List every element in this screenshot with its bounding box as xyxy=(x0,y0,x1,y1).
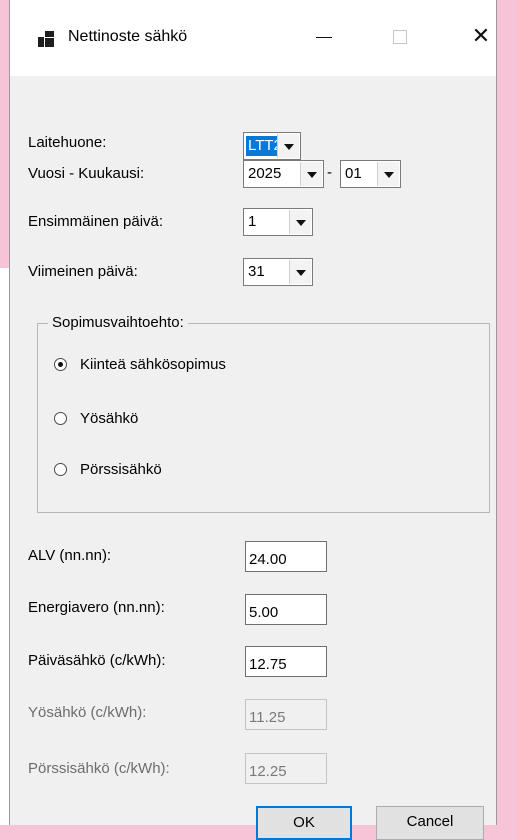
alv-input[interactable] xyxy=(245,541,327,572)
viimeinen-paiva-combobox[interactable]: 31 xyxy=(243,258,313,286)
ensimmainen-paiva-combobox[interactable]: 1 xyxy=(243,208,313,236)
app-icon xyxy=(38,31,54,47)
maximize-icon xyxy=(393,30,407,45)
window-title: Nettinoste sähkö xyxy=(68,28,188,45)
maximize-button[interactable] xyxy=(372,16,428,56)
radio-label-kiintea: Kiinteä sähkösopimus xyxy=(80,356,226,373)
radio-unselected-icon[interactable] xyxy=(54,463,67,476)
chevron-down-icon[interactable] xyxy=(277,134,299,158)
ok-button[interactable]: OK xyxy=(256,806,352,840)
vuosi-kuukausi-label: Vuosi - Kuukausi: xyxy=(28,165,145,182)
dialog-window: Nettinoste sähkö ✕ Laitehuone: LTT2 Vuos… xyxy=(9,0,497,840)
ensimmainen-paiva-value: 1 xyxy=(248,213,257,230)
cancel-button[interactable]: Cancel xyxy=(376,806,484,840)
kuukausi-value: 01 xyxy=(345,165,362,182)
ensimmainen-paiva-label: Ensimmäinen päivä: xyxy=(28,213,164,230)
paivasahko-label: Päiväsähkö (c/kWh): xyxy=(28,652,166,669)
yosahko-input xyxy=(245,699,327,730)
viimeinen-paiva-label: Viimeinen päivä: xyxy=(28,263,138,280)
porssisahko-input xyxy=(245,753,327,784)
vuosi-value: 2025 xyxy=(248,165,282,182)
chevron-down-icon[interactable] xyxy=(289,260,311,284)
radio-unselected-icon[interactable] xyxy=(54,412,67,425)
kuukausi-combobox[interactable]: 01 xyxy=(340,160,401,188)
desktop-background xyxy=(497,0,517,825)
title-bar[interactable]: Nettinoste sähkö ✕ xyxy=(10,0,496,76)
energiavero-input[interactable] xyxy=(245,594,327,625)
paivasahko-input[interactable] xyxy=(245,646,327,677)
sopimus-group-title: Sopimusvaihtoehto: xyxy=(48,314,188,331)
minimize-icon xyxy=(316,36,332,38)
radio-selected-icon[interactable] xyxy=(54,358,67,371)
chevron-down-icon[interactable] xyxy=(377,162,399,186)
radio-label-porssisahko: Pörssisähkö xyxy=(80,461,162,478)
laitehuone-label: Laitehuone: xyxy=(28,134,107,151)
alv-label: ALV (nn.nn): xyxy=(28,547,112,564)
chevron-down-icon[interactable] xyxy=(300,162,322,186)
minimize-button[interactable] xyxy=(296,16,352,56)
date-separator: - xyxy=(327,164,332,181)
porssisahko-label: Pörssisähkö (c/kWh): xyxy=(28,760,170,777)
viimeinen-paiva-value: 31 xyxy=(248,263,265,280)
energiavero-label: Energiavero (nn.nn): xyxy=(28,599,165,616)
laitehuone-combobox[interactable]: LTT2 xyxy=(243,132,301,160)
vuosi-combobox[interactable]: 2025 xyxy=(243,160,324,188)
chevron-down-icon[interactable] xyxy=(289,210,311,234)
close-icon: ✕ xyxy=(471,23,491,48)
radio-label-yosahko: Yösähkö xyxy=(80,410,139,427)
yosahko-label: Yösähkö (c/kWh): xyxy=(28,704,147,721)
close-button[interactable]: ✕ xyxy=(453,16,509,56)
